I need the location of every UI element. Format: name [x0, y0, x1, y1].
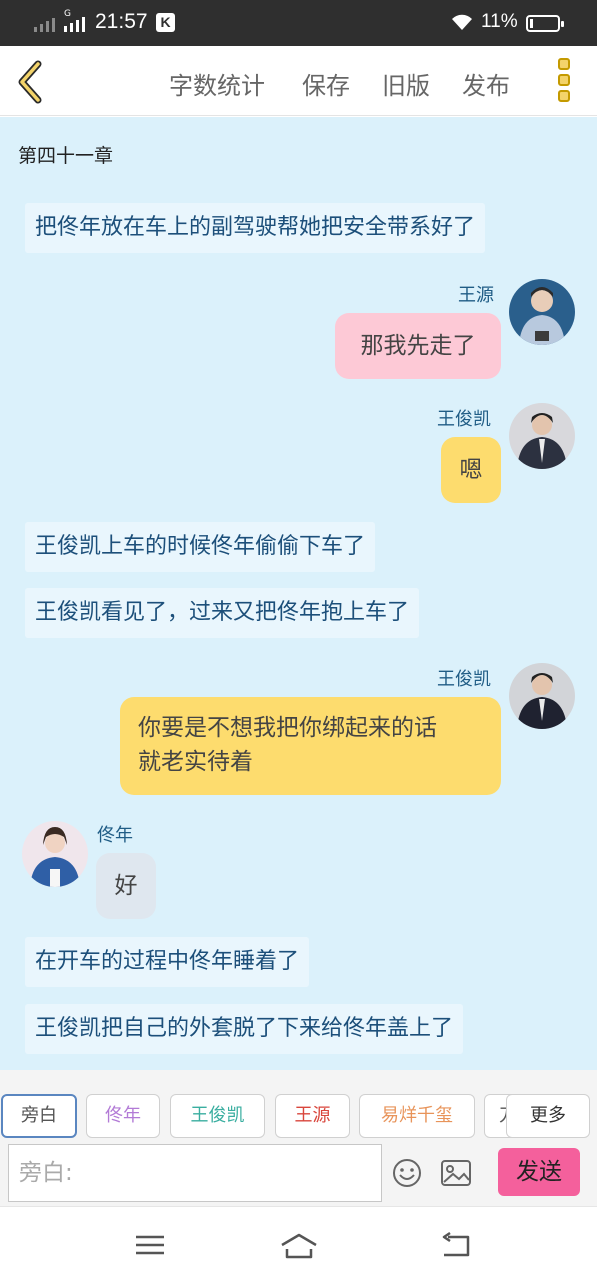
speaker-name: 佟年 [97, 825, 133, 846]
signal-strength-icon-2 [64, 14, 85, 32]
battery-icon [526, 15, 564, 32]
chapter-title: 第四十一章 [18, 145, 114, 167]
message-input[interactable]: 旁白: [8, 1144, 382, 1202]
narration-message[interactable]: 王俊凯看见了，过来又把佟年抱上车了 [25, 588, 420, 638]
more-roles-button[interactable]: 更多 [506, 1094, 590, 1138]
system-nav-bar [0, 1206, 597, 1280]
menu-icon[interactable] [130, 1229, 170, 1261]
narration-message[interactable]: 王俊凯上车的时候佟年偷偷下车了 [25, 522, 376, 572]
message-text-line: 你要是不想我把你绑起来的话 [138, 715, 437, 741]
chevron-left-icon[interactable] [14, 60, 48, 104]
role-selector: 旁白 佟年 王俊凯 王源 易烊千玺 刀 更多 [0, 1070, 597, 1144]
narration-message[interactable]: 把佟年放在车上的副驾驶帮她把安全带系好了 [25, 203, 486, 253]
role-wangyuan[interactable]: 王源 [275, 1094, 350, 1138]
send-button[interactable]: 发送 [498, 1148, 580, 1196]
avatar[interactable] [509, 403, 575, 469]
narration-message[interactable]: 王俊凯把自己的外套脱了下来给佟年盖上了 [25, 1004, 464, 1054]
wifi-icon [452, 14, 472, 30]
publish-button[interactable]: 发布 [462, 66, 510, 101]
word-count-button[interactable]: 字数统计 [169, 66, 265, 101]
chat-area[interactable]: 第四十一章 把佟年放在车上的副驾驶帮她把安全带系好了 王源 那我先走了 王俊凯 … [0, 117, 597, 1070]
status-bar: G 21:57 K 11% [0, 0, 597, 46]
message-text: 嗯 [459, 457, 483, 483]
avatar[interactable] [22, 821, 88, 887]
back-arrow-icon[interactable] [436, 1229, 476, 1261]
role-narration[interactable]: 旁白 [1, 1094, 77, 1138]
clock: 21:57 [95, 10, 148, 33]
editor-toolbar: 字数统计 保存 旧版 发布 [0, 46, 597, 116]
chat-bubble[interactable]: 那我先走了 [335, 313, 501, 379]
role-yiyangqianxi[interactable]: 易烊千玺 [359, 1094, 475, 1138]
vertical-dots-icon[interactable] [555, 58, 573, 106]
avatar[interactable] [509, 663, 575, 729]
battery-percent: 11% [481, 11, 518, 32]
role-tongnian[interactable]: 佟年 [86, 1094, 160, 1138]
message-text-line: 就老实待着 [138, 749, 253, 775]
speaker-name: 王俊凯 [437, 409, 491, 430]
signal-strength-icon [34, 14, 55, 32]
role-wangjunkai[interactable]: 王俊凯 [170, 1094, 265, 1138]
chat-bubble[interactable]: 你要是不想我把你绑起来的话 就老实待着 [120, 697, 501, 795]
speaker-name: 王源 [458, 285, 494, 306]
smiley-icon[interactable] [392, 1158, 422, 1188]
save-button[interactable]: 保存 [302, 66, 350, 101]
app-notification-icon: K [156, 13, 175, 32]
speaker-name: 王俊凯 [437, 669, 491, 690]
input-row: 旁白: 发送 [0, 1144, 597, 1206]
old-version-button[interactable]: 旧版 [382, 66, 430, 101]
chat-bubble[interactable]: 嗯 [441, 437, 501, 503]
narration-message[interactable]: 在开车的过程中佟年睡着了 [25, 937, 310, 987]
home-icon[interactable] [279, 1229, 319, 1261]
message-text: 好 [114, 873, 138, 899]
avatar[interactable] [509, 279, 575, 345]
message-text: 那我先走了 [360, 333, 476, 359]
chat-bubble[interactable]: 好 [96, 853, 156, 919]
image-icon[interactable] [440, 1158, 472, 1188]
